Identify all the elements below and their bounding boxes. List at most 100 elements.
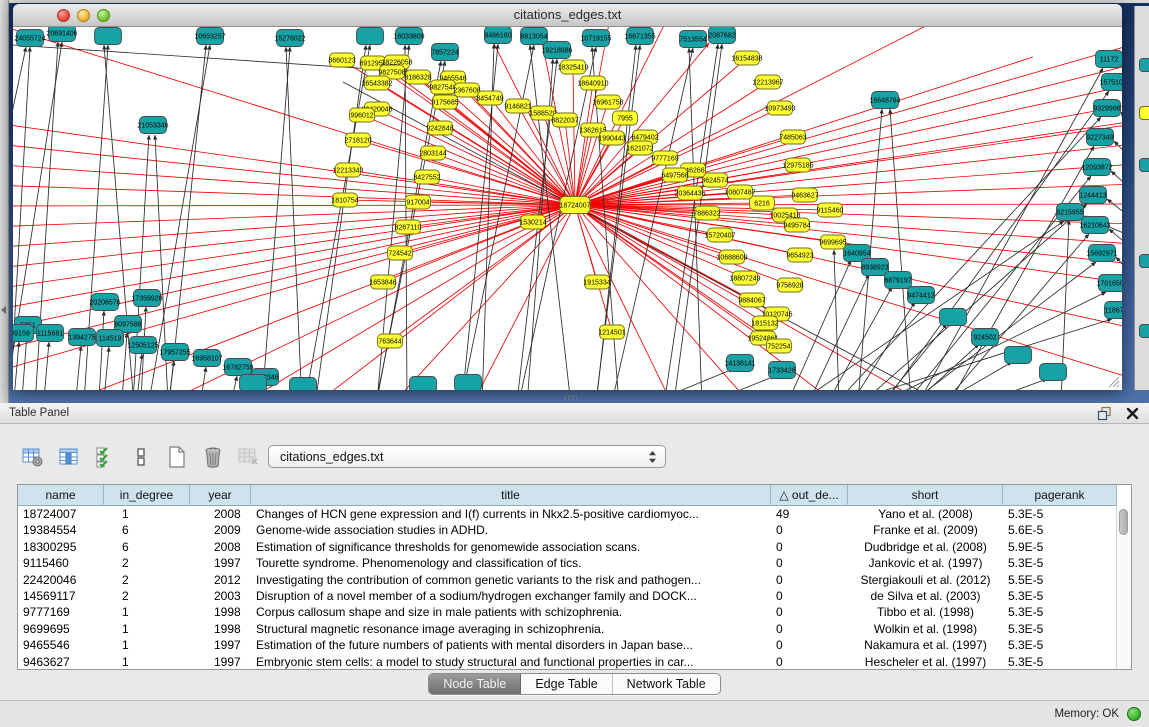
graph-edge[interactable] xyxy=(703,376,775,390)
table-cell-in_degree[interactable]: 2 xyxy=(104,588,190,604)
graph-node[interactable]: 16033809 xyxy=(393,28,424,45)
float-panel-icon[interactable] xyxy=(1097,406,1112,421)
graph-edge[interactable] xyxy=(286,47,302,390)
table-cell-year[interactable]: 1997 xyxy=(190,637,251,653)
table-cell-short[interactable]: Franke et al. (2009) xyxy=(848,522,1003,538)
graph-edge[interactable] xyxy=(883,324,947,390)
graph-node[interactable]: 7513554 xyxy=(679,31,706,48)
graph-edge[interactable] xyxy=(612,48,693,390)
graph-edge[interactable] xyxy=(76,346,81,390)
graph-node[interactable]: 16154838 xyxy=(731,51,762,65)
graph-node[interactable]: 10973493 xyxy=(764,101,795,115)
network-window[interactable]: citations_edges.txt 24055724206914061065… xyxy=(13,4,1122,390)
graph-node[interactable]: 9699695 xyxy=(819,235,846,249)
table-cell-year[interactable]: 1997 xyxy=(190,555,251,571)
graph-node[interactable]: 2087682 xyxy=(708,27,735,44)
table-cell-out_degree[interactable]: 0 xyxy=(771,555,848,571)
graph-node[interactable]: 724542 xyxy=(388,246,413,260)
column-header-out_degree[interactable]: △ out_de... xyxy=(771,485,848,506)
splitter-grip[interactable] xyxy=(563,395,577,401)
graph-node[interactable]: 14136141 xyxy=(724,355,755,372)
graph-node[interactable]: 1214501 xyxy=(598,325,625,339)
column-header-name[interactable]: name xyxy=(18,485,104,506)
collapse-panel-arrow-icon[interactable] xyxy=(1,306,6,314)
column-header-pagerank[interactable]: pagerank xyxy=(1003,485,1117,506)
table-row[interactable]: 969969511998Structural magnetic resonanc… xyxy=(18,621,1131,637)
table-cell-title[interactable]: Structural magnetic resonance image aver… xyxy=(251,621,771,637)
graph-edge[interactable] xyxy=(1111,171,1122,193)
table-cell-name[interactable]: 22420046 xyxy=(18,572,104,588)
table-cell-out_degree[interactable]: 0 xyxy=(771,522,848,538)
table-cell-out_degree[interactable]: 49 xyxy=(771,506,848,522)
table-cell-out_degree[interactable]: 0 xyxy=(771,588,848,604)
new-column-button[interactable] xyxy=(164,444,190,470)
table-cell-name[interactable]: 14569117 xyxy=(18,588,104,604)
column-header-short[interactable]: short xyxy=(848,485,1003,506)
graph-edge[interactable] xyxy=(1114,141,1122,163)
graph-node[interactable]: 114519 xyxy=(97,330,124,347)
table-cell-in_degree[interactable]: 1 xyxy=(104,637,190,653)
table-cell-pagerank[interactable]: 5.3E-5 xyxy=(1003,637,1117,653)
table-cell-pagerank[interactable]: 5.9E-5 xyxy=(1003,539,1117,555)
table-cell-title[interactable]: Disruption of a novel member of a sodium… xyxy=(251,588,771,604)
graph-node[interactable]: 39159 xyxy=(13,325,34,342)
table-cell-name[interactable]: 9699695 xyxy=(18,621,104,637)
row-height-button[interactable] xyxy=(128,444,154,470)
graph-node[interactable]: 8186328 xyxy=(404,70,431,84)
resize-grip-icon[interactable] xyxy=(1109,377,1119,387)
graph-node[interactable]: 9329966 xyxy=(1093,100,1120,117)
graph-node[interactable]: 12975185 xyxy=(782,158,813,172)
graph-node[interactable]: 12213343 xyxy=(332,163,363,177)
graph-node[interactable]: 16210643 xyxy=(1079,217,1110,234)
graph-node[interactable]: 9146821 xyxy=(504,99,531,113)
graph-edge[interactable] xyxy=(1107,199,1122,221)
table-selector-dropdown[interactable]: citations_edges.txt xyxy=(268,445,666,468)
graph-node[interactable]: 1990443 xyxy=(598,131,625,145)
table-cell-title[interactable]: Embryonic stem cells: a model to study s… xyxy=(251,654,771,670)
graph-node[interactable]: 1115681 xyxy=(37,325,64,342)
table-cell-year[interactable]: 1997 xyxy=(190,654,251,670)
table-cell-name[interactable]: 19384554 xyxy=(18,522,104,538)
table-row[interactable]: 2242004622012Investigating the contribut… xyxy=(18,572,1131,588)
close-panel-icon[interactable] xyxy=(1126,407,1139,420)
graph-node[interactable]: 16671355 xyxy=(624,28,655,45)
table-cell-title[interactable]: Estimation of the future numbers of pati… xyxy=(251,637,771,653)
graph-edge[interactable] xyxy=(575,205,693,390)
graph-node[interactable]: 752254 xyxy=(767,339,792,353)
scrollbar-thumb[interactable] xyxy=(1119,509,1128,535)
graph-node[interactable] xyxy=(240,375,267,391)
graph-node[interactable]: 15692971 xyxy=(1086,245,1117,262)
graph-node[interactable]: 8822037 xyxy=(551,113,578,127)
graph-node[interactable]: 10653257 xyxy=(194,28,225,45)
graph-edge[interactable] xyxy=(137,354,142,390)
graph-node[interactable]: 8660123 xyxy=(328,53,355,67)
minimize-button[interactable] xyxy=(77,9,90,22)
graph-node[interactable]: 1186753 xyxy=(1105,302,1123,319)
table-row[interactable]: 977716911998Corpus callosum shape and si… xyxy=(18,604,1131,620)
graph-node[interactable]: 996012 xyxy=(350,108,375,122)
graph-edge[interactable] xyxy=(315,45,366,390)
graph-edge[interactable] xyxy=(919,68,1103,390)
graph-node[interactable] xyxy=(1005,347,1032,364)
graph-node[interactable]: 7886322 xyxy=(693,206,720,220)
graph-node[interactable]: 12505125 xyxy=(127,337,158,354)
graph-node[interactable]: 12093872 xyxy=(1081,159,1112,176)
table-cell-title[interactable]: Tourette syndrome. Phenomenology and cla… xyxy=(251,555,771,571)
graph-edge[interactable] xyxy=(890,109,911,390)
graph-edge[interactable] xyxy=(943,362,1012,390)
graph-edge[interactable] xyxy=(440,128,575,205)
graph-node[interactable]: 6216 xyxy=(750,196,775,210)
graph-edge[interactable] xyxy=(453,205,575,390)
table-mode-button[interactable] xyxy=(20,444,46,470)
graph-node[interactable]: 11172 xyxy=(1096,51,1123,68)
graph-node[interactable]: 9884067 xyxy=(738,293,765,307)
graph-node[interactable]: 1733426 xyxy=(768,362,795,379)
table-cell-name[interactable]: 9115460 xyxy=(18,555,104,571)
graph-node[interactable]: 20364436 xyxy=(674,186,705,200)
graph-node[interactable]: 2803144 xyxy=(419,146,446,160)
graph-node[interactable]: 1394275 xyxy=(68,329,95,346)
graph-node[interactable]: 10719155 xyxy=(580,30,611,47)
graph-node[interactable] xyxy=(1040,364,1067,381)
table-cell-name[interactable]: 18300295 xyxy=(18,539,104,555)
table-cell-short[interactable]: Jankovic et al. (1997) xyxy=(848,555,1003,571)
